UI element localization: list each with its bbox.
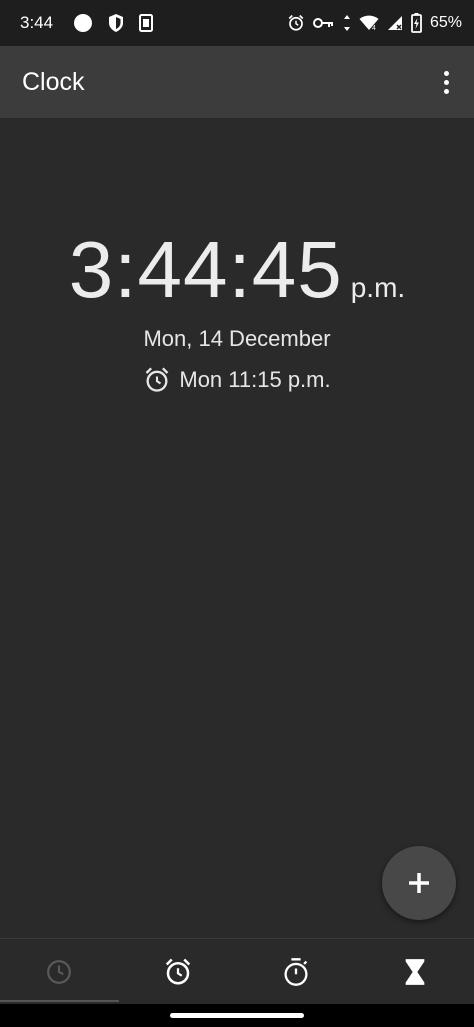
status-right-icons: 4 65%: [287, 13, 462, 33]
clock-ampm: p.m.: [350, 272, 406, 303]
vpn-key-icon: [312, 16, 335, 30]
tab-timer[interactable]: [356, 939, 474, 1004]
plus-icon: [407, 871, 431, 895]
alarm-icon: [163, 957, 193, 987]
signal-icon: [387, 15, 403, 31]
more-vert-icon-dot: [443, 79, 449, 85]
next-alarm[interactable]: Mon 11:15 p.m.: [0, 366, 474, 394]
date-label: Mon, 14 December: [143, 326, 331, 351]
svg-text:4: 4: [372, 25, 376, 31]
wifi-icon: 4: [359, 15, 379, 31]
add-city-button[interactable]: [382, 846, 456, 920]
sim-icon: [139, 14, 154, 32]
status-bar: 3:44 4 65%: [0, 0, 474, 46]
battery-charging-icon: [411, 13, 422, 33]
data-arrows-icon: [343, 14, 351, 32]
more-vert-icon-dot: [443, 70, 449, 76]
tab-alarm[interactable]: [119, 939, 238, 1004]
circle-icon: [73, 13, 93, 33]
status-left-icons: [73, 13, 154, 33]
page-title: Clock: [22, 67, 85, 96]
bottom-navigation: [0, 938, 474, 1004]
digital-clock: 3:44:45 p.m.: [0, 230, 474, 310]
hourglass-icon: [403, 958, 427, 986]
next-alarm-label: Mon 11:15 p.m.: [179, 367, 331, 392]
more-vert-icon-dot: [443, 88, 449, 94]
home-handle[interactable]: [170, 1013, 304, 1018]
battery-percent: 65%: [429, 14, 462, 31]
alarm-icon: [143, 366, 171, 394]
clock-icon: [46, 959, 72, 985]
tab-stopwatch[interactable]: [237, 939, 356, 1004]
clock-main: 3:44:45 p.m. Mon, 14 December Mon 11:15 …: [0, 118, 474, 938]
alarm-icon: [287, 14, 305, 32]
status-time: 3:44: [20, 13, 54, 32]
tab-clock[interactable]: [0, 939, 119, 1004]
overflow-menu-button[interactable]: [434, 62, 458, 102]
gesture-navigation-bar: [0, 1004, 474, 1027]
clock-time: 3:44:45: [68, 225, 343, 314]
shield-icon: [107, 13, 125, 33]
stopwatch-icon: [282, 957, 310, 987]
app-bar: Clock: [0, 46, 474, 118]
